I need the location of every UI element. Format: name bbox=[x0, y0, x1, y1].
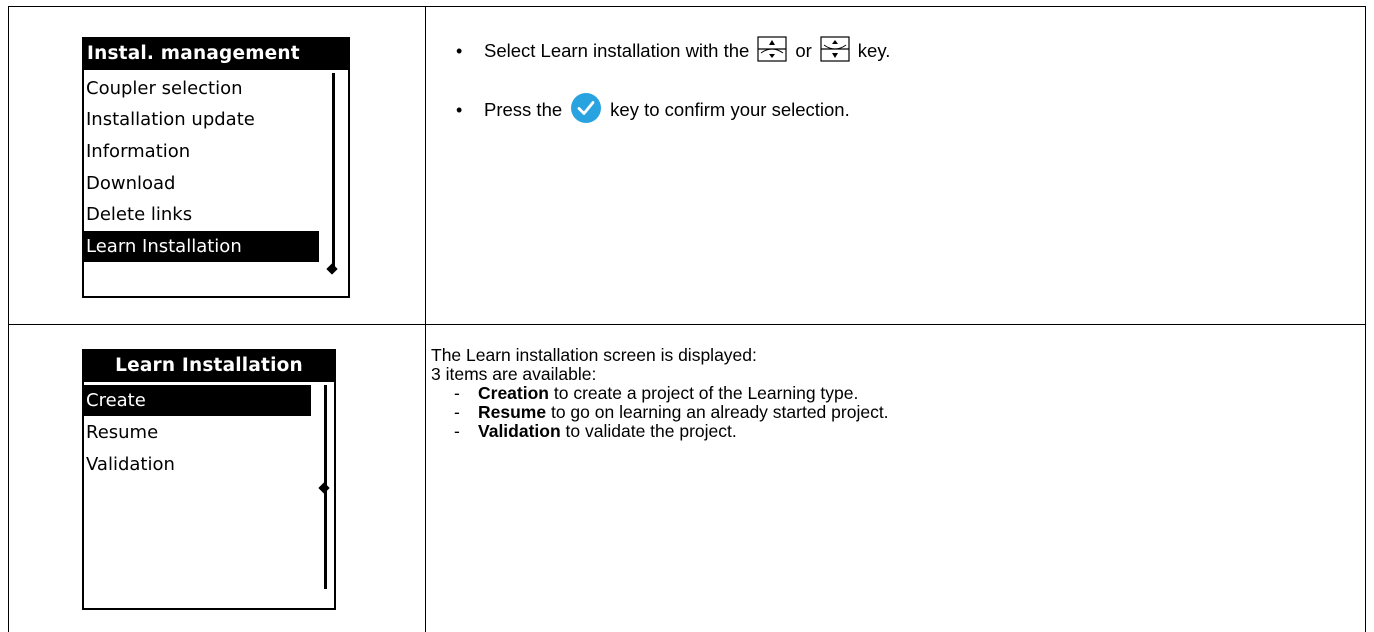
check-circle-icon bbox=[570, 92, 602, 129]
instruction-text-or: or bbox=[795, 40, 812, 61]
menu-item-download[interactable]: Download bbox=[84, 168, 319, 199]
bullet: • bbox=[456, 40, 463, 61]
description-intro: The Learn installation screen is display… bbox=[431, 345, 757, 365]
screen-title: Instal. management bbox=[84, 39, 348, 70]
bullet: • bbox=[456, 99, 463, 120]
instruction-text: Select Learn installation with the bbox=[484, 40, 750, 61]
menu-item-delete-links[interactable]: Delete links bbox=[84, 199, 319, 230]
description-cell: The Learn installation screen is display… bbox=[425, 324, 1366, 632]
term-text: to validate the project. bbox=[565, 421, 737, 441]
description-item-validation: - Validation to validate the project. bbox=[454, 421, 737, 441]
instruction-table: Instal. management Coupler selection Ins… bbox=[8, 6, 1366, 632]
scrollbar-thumb[interactable] bbox=[318, 482, 330, 494]
screen1-cell: Instal. management Coupler selection Ins… bbox=[8, 6, 426, 325]
menu-item-resume[interactable]: Resume bbox=[84, 417, 311, 448]
down-key-icon bbox=[820, 35, 850, 67]
menu-item-information[interactable]: Information bbox=[84, 136, 319, 167]
up-key-icon bbox=[757, 35, 787, 67]
menu-item-installation-update[interactable]: Installation update bbox=[84, 104, 319, 135]
instruction-line-1: • Select Learn installation with the or bbox=[456, 34, 890, 68]
description-item-resume: - Resume to go on learning an already sta… bbox=[454, 402, 889, 422]
instruction-text-key: key. bbox=[857, 40, 891, 61]
term: Resume bbox=[478, 402, 547, 422]
menu-item-coupler-selection[interactable]: Coupler selection bbox=[84, 73, 319, 104]
instruction-line-2: • Press the key to confirm your selectio… bbox=[456, 92, 850, 129]
lcd-screen-learn-installation: Learn Installation Create Resume Validat… bbox=[82, 349, 336, 610]
scrollbar-thumb[interactable] bbox=[326, 263, 338, 275]
instructions-cell: • Select Learn installation with the or bbox=[425, 6, 1366, 325]
screen2-cell: Learn Installation Create Resume Validat… bbox=[8, 324, 426, 632]
instruction-text: Press the bbox=[484, 99, 563, 120]
description-count: 3 items are available: bbox=[431, 364, 597, 384]
menu-item-create[interactable]: Create bbox=[84, 385, 311, 416]
description-block: The Learn installation screen is display… bbox=[431, 346, 889, 441]
scrollbar-track[interactable] bbox=[332, 73, 335, 270]
description-item-creation: - Creation to create a project of the Lea… bbox=[454, 383, 859, 403]
menu-item-learn-installation[interactable]: Learn Installation bbox=[84, 231, 319, 262]
term-text: to create a project of the Learning type… bbox=[553, 383, 859, 403]
instruction-text: key to confirm your selection. bbox=[610, 99, 850, 120]
term: Validation bbox=[478, 421, 561, 441]
term-text: to go on learning an already started pro… bbox=[550, 402, 889, 422]
menu-item-validation[interactable]: Validation bbox=[84, 449, 311, 480]
term: Creation bbox=[478, 383, 549, 403]
lcd-screen-instal-management: Instal. management Coupler selection Ins… bbox=[82, 37, 350, 298]
screen-title: Learn Installation bbox=[84, 351, 334, 382]
